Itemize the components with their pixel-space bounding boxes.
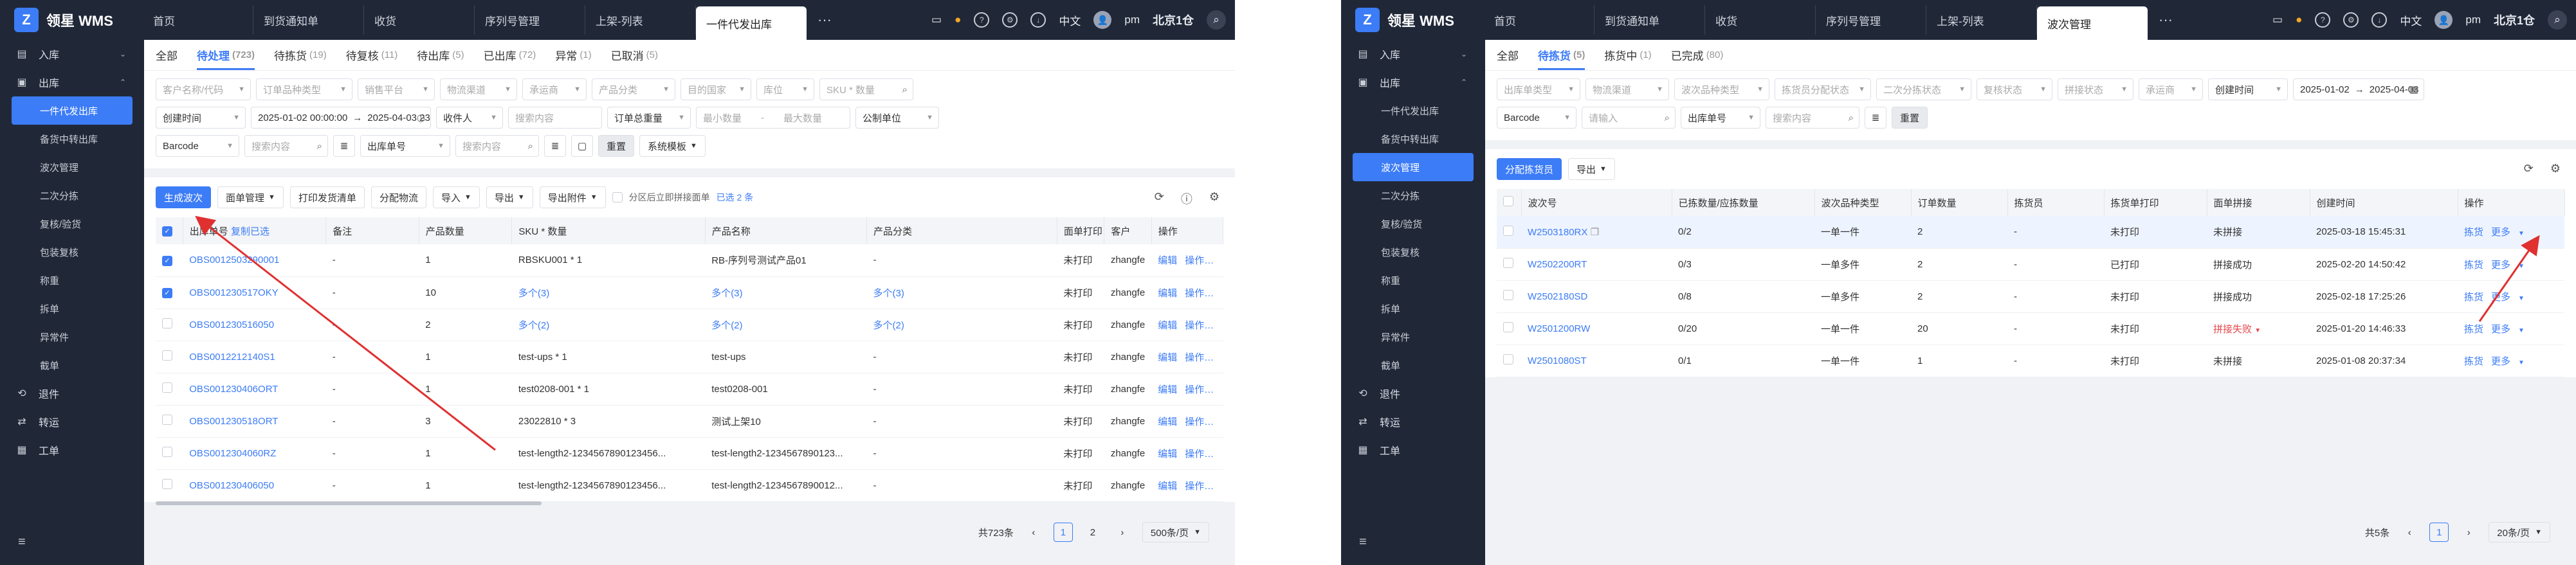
- red-arrow-annotation: [2478, 235, 2540, 322]
- screenshot-outbound: Z 领星 WMS 首页 到货通知单 收货 序列号管理 上架-列表 一件代发出库 …: [0, 0, 1235, 565]
- annotation-overlay: [2478, 235, 2540, 322]
- red-arrow-annotation: [195, 215, 496, 451]
- annotation-overlay: [195, 215, 496, 451]
- screenshot-wave-management: Z 领星 WMS 首页 到货通知单 收货 序列号管理 上架-列表 波次管理 ··…: [1341, 0, 2576, 565]
